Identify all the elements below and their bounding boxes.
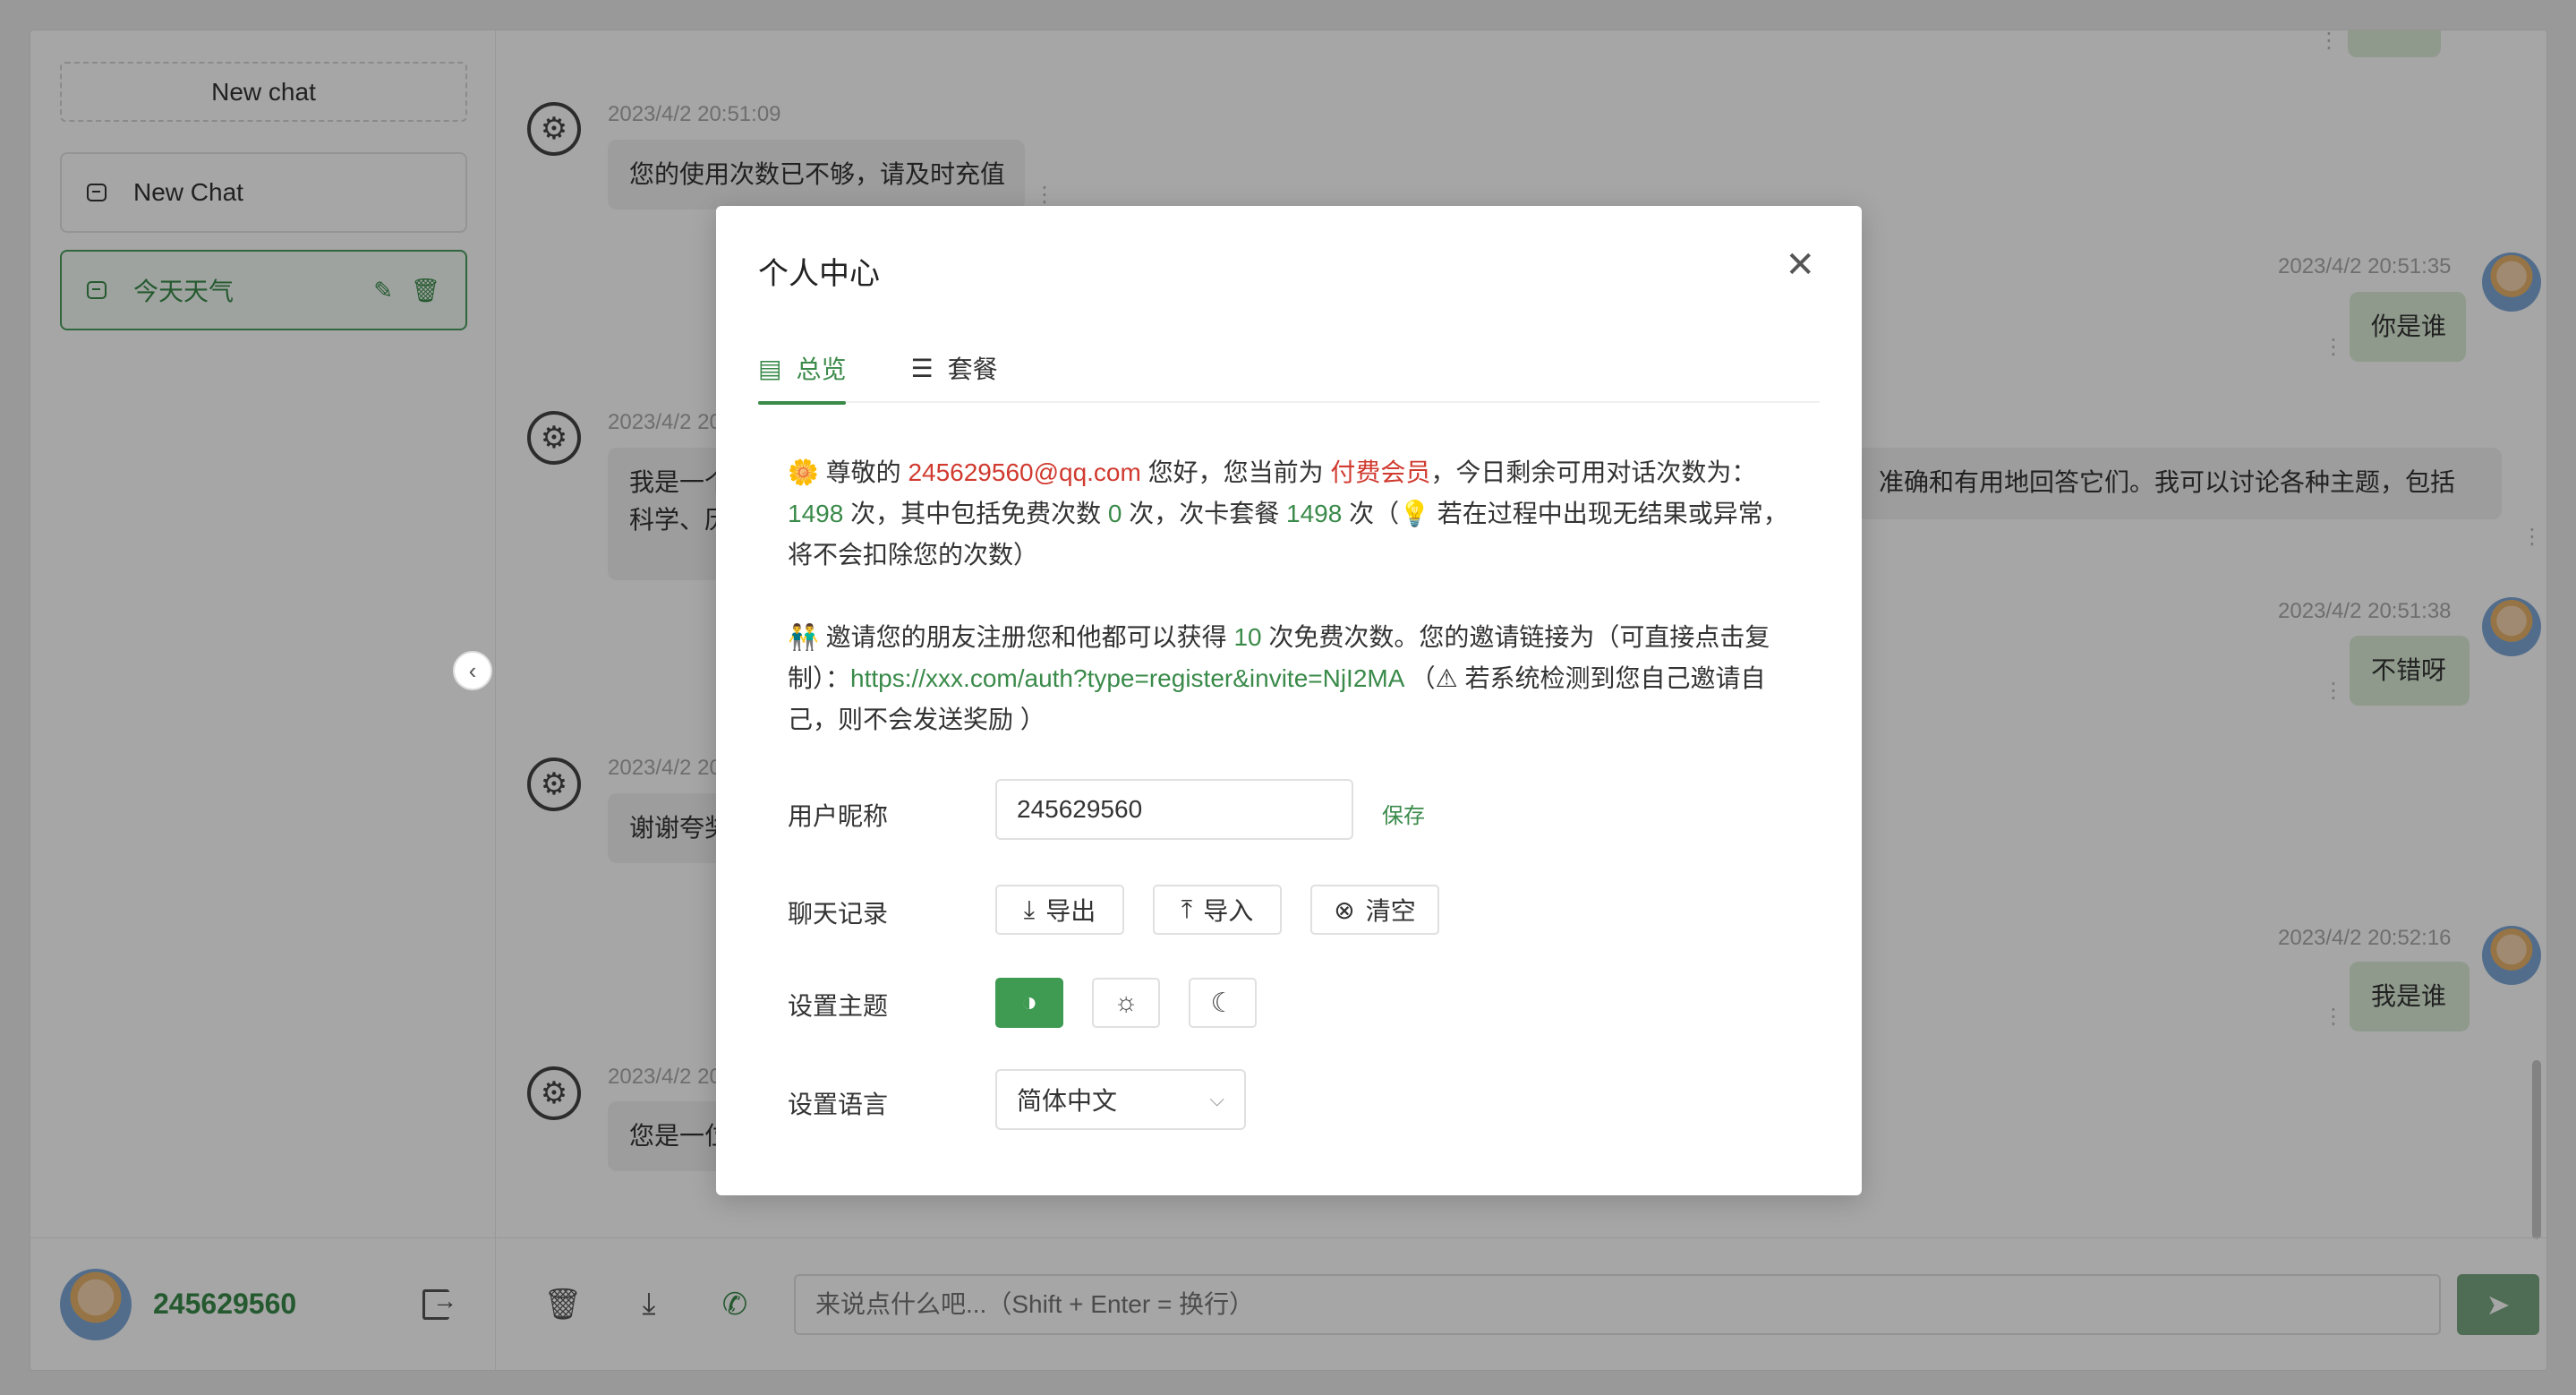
invite-link[interactable]: https://xxx.com/auth?type=register&invit… — [850, 664, 1403, 692]
tab-bar: ▤ 总览 ☰ 套餐 — [758, 340, 1820, 405]
tab-plans[interactable]: ☰ 套餐 — [910, 340, 997, 403]
text: 次，其中包括免费次数 — [843, 500, 1108, 527]
flower-icon: 🌼 — [788, 458, 819, 486]
theme-dark-button[interactable]: ☾ — [1189, 978, 1257, 1028]
close-icon[interactable]: ✕ — [1785, 247, 1815, 283]
theme-auto-button[interactable]: ◑ — [995, 978, 1063, 1028]
button-label: 清空 — [1365, 897, 1416, 925]
card-count: 1498 — [1286, 500, 1343, 527]
nickname-label: 用户昵称 — [788, 802, 889, 830]
settings-list-icon: ☰ — [910, 354, 934, 382]
invite-bonus: 10 — [1233, 623, 1262, 651]
text: 您好，您当前为 — [1140, 458, 1331, 486]
collapse-sidebar-button[interactable]: ‹ — [453, 651, 492, 690]
sun-icon: ☼ — [1113, 988, 1139, 1017]
chevron-down-icon: ⌵ — [1209, 1088, 1224, 1110]
tab-overview[interactable]: ▤ 总览 — [758, 340, 847, 405]
language-select[interactable]: 简体中文 ⌵ — [995, 1069, 1246, 1130]
account-summary: 🌼 尊敬的 245629560@qq.com 您好，您当前为 付费会员，今日剩余… — [788, 452, 1799, 576]
import-button[interactable]: ⤒ 导入 — [1153, 885, 1282, 935]
contrast-icon: ◑ — [1020, 988, 1038, 1017]
chat-history-label: 聊天记录 — [788, 900, 889, 928]
modal-title: 个人中心 — [758, 257, 880, 291]
language-label: 设置语言 — [788, 1091, 889, 1118]
tab-label: 套餐 — [947, 355, 998, 383]
button-label: 导出 — [1045, 897, 1096, 925]
button-label: 导入 — [1203, 897, 1254, 925]
text: 邀请您的朋友注册您和他都可以获得 — [818, 623, 1234, 651]
clear-button[interactable]: ⊗ 清空 — [1310, 885, 1439, 935]
profile-modal: 个人中心 ✕ ▤ 总览 ☰ 套餐 🌼 尊敬的 245629560@qq.com … — [716, 206, 1862, 1195]
profile-card-icon: ▤ — [758, 354, 782, 382]
upload-icon: ⤒ — [1181, 894, 1193, 923]
moon-icon: ☾ — [1210, 988, 1235, 1018]
remaining-count: 1498 — [788, 500, 844, 527]
close-circle-icon: ⊗ — [1334, 895, 1355, 924]
download-icon: ⤓ — [1023, 894, 1036, 923]
export-button[interactable]: ⤓ 导出 — [995, 885, 1124, 935]
user-email: 245629560@qq.com — [908, 458, 1141, 486]
text: ，今日剩余可用对话次数为： — [1430, 458, 1757, 486]
text: 尊敬的 — [818, 458, 908, 486]
theme-label: 设置主题 — [788, 992, 889, 1020]
save-button[interactable]: 保存 — [1382, 798, 1425, 829]
text: 次，次卡套餐 — [1122, 500, 1286, 527]
member-type: 付费会员 — [1330, 458, 1431, 486]
free-count: 0 — [1107, 500, 1122, 527]
theme-light-button[interactable]: ☼ — [1092, 978, 1160, 1028]
nickname-input[interactable]: 245629560 — [995, 779, 1353, 840]
invite-info: 👬 邀请您的朋友注册您和他都可以获得 10 次免费次数。您的邀请链接为（可直接点… — [788, 617, 1799, 740]
friends-icon: 👬 — [788, 623, 819, 651]
tab-label: 总览 — [796, 355, 847, 383]
language-value: 简体中文 — [1017, 1087, 1118, 1115]
